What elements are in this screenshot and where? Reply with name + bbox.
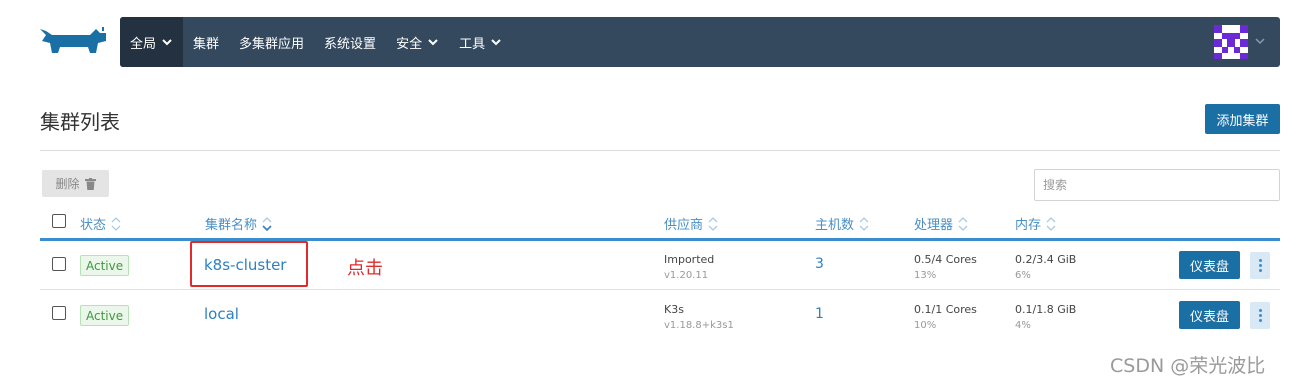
annotation-text: 点击 (347, 258, 383, 279)
sort-icon (859, 216, 869, 231)
chevron-down-icon (428, 39, 438, 46)
chevron-down-icon[interactable] (1254, 35, 1266, 47)
search-input[interactable] (1034, 169, 1280, 201)
divider (40, 150, 1280, 151)
cpu-percent: 10% (914, 320, 937, 331)
column-header-provider-label: 供应商 (664, 218, 704, 233)
host-count-link[interactable]: 1 (815, 306, 824, 322)
host-count-link[interactable]: 3 (815, 256, 824, 272)
column-header-cluster-name-label: 集群名称 (205, 218, 258, 233)
nav-security[interactable]: 安全 (386, 17, 449, 67)
provider-version: v1.20.11 (664, 270, 709, 281)
cluster-name-link[interactable]: local (204, 305, 239, 323)
dashboard-button[interactable]: 仪表盘 (1179, 301, 1240, 329)
more-actions-button[interactable] (1250, 302, 1270, 329)
user-avatar[interactable] (1214, 25, 1248, 59)
nav-multi-cluster-apps-label: 多集群应用 (239, 36, 305, 52)
memory-percent: 4% (1015, 320, 1031, 331)
column-header-memory-label: 内存 (1015, 218, 1042, 233)
column-header-hosts-label: 主机数 (815, 218, 855, 233)
nav-clusters-label: 集群 (193, 36, 220, 52)
sort-icon (111, 216, 121, 231)
nav-global-label: 全局 (130, 36, 157, 52)
provider-name: K3s (664, 303, 684, 316)
nav-multi-cluster-apps[interactable]: 多集群应用 (229, 17, 314, 67)
memory-usage: 0.1/1.8 GiB (1015, 303, 1077, 316)
column-header-cpu[interactable]: 处理器 (914, 214, 968, 233)
nav-system-settings[interactable]: 系统设置 (314, 17, 386, 67)
cpu-usage: 0.1/1 Cores (914, 303, 977, 316)
column-header-status-label: 状态 (80, 218, 107, 233)
column-header-cpu-label: 处理器 (914, 218, 954, 233)
sort-icon (262, 216, 272, 231)
watermark: CSDN @荣光波比 (1110, 355, 1266, 377)
delete-button[interactable]: 删除 (42, 170, 109, 197)
sort-icon (708, 216, 718, 231)
nav-clusters[interactable]: 集群 (183, 17, 229, 67)
provider-version: v1.18.8+k3s1 (664, 320, 734, 331)
nav-tools-label: 工具 (459, 36, 486, 52)
row-checkbox[interactable] (52, 306, 66, 320)
column-header-memory[interactable]: 内存 (1015, 214, 1056, 233)
memory-usage: 0.2/3.4 GiB (1015, 253, 1077, 266)
add-cluster-button[interactable]: 添加集群 (1205, 104, 1280, 134)
delete-label: 删除 (55, 177, 80, 191)
cpu-percent: 13% (914, 270, 937, 281)
provider-name: Imported (664, 253, 715, 266)
select-all-checkbox[interactable] (52, 214, 66, 228)
column-header-status[interactable]: 状态 (80, 214, 121, 233)
sort-icon (958, 216, 968, 231)
trash-icon (84, 177, 96, 190)
status-badge: Active (80, 305, 130, 326)
more-actions-button[interactable] (1250, 252, 1270, 279)
memory-percent: 6% (1015, 270, 1031, 281)
rancher-logo[interactable] (38, 25, 110, 61)
page-title: 集群列表 (40, 110, 120, 134)
sort-icon (1046, 216, 1056, 231)
nav-tools[interactable]: 工具 (449, 17, 512, 67)
row-checkbox[interactable] (52, 257, 66, 271)
column-header-hosts[interactable]: 主机数 (815, 214, 869, 233)
row-divider (40, 289, 1280, 290)
dashboard-button[interactable]: 仪表盘 (1179, 251, 1240, 279)
nav-security-label: 安全 (396, 36, 423, 52)
chevron-down-icon (162, 39, 172, 46)
column-header-provider[interactable]: 供应商 (664, 214, 718, 233)
column-header-cluster-name[interactable]: 集群名称 (205, 214, 272, 233)
top-navbar: 全局 集群 多集群应用 系统设置 安全 工具 (120, 17, 1280, 67)
cpu-usage: 0.5/4 Cores (914, 253, 977, 266)
status-badge: Active (80, 255, 130, 276)
nav-system-settings-label: 系统设置 (324, 36, 377, 52)
nav-global[interactable]: 全局 (120, 17, 184, 67)
annotation-highlight-box (190, 241, 308, 287)
chevron-down-icon (491, 39, 501, 46)
